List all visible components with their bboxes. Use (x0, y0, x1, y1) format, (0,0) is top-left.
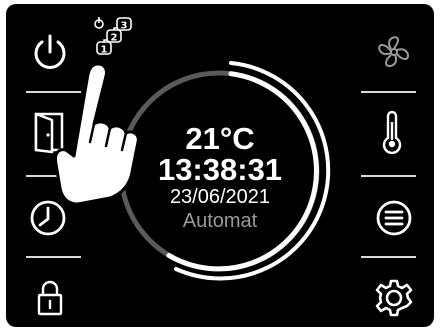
mode-readout: Automat (182, 210, 258, 232)
thermostat-screen: 21°C 13:38:31 23/06/2021 Automat 3 2 1 (6, 4, 434, 327)
step-badge-3: 3 (121, 21, 128, 32)
tutorial-steps-icon: 3 2 1 (94, 17, 132, 56)
step-badge-1: 1 (101, 45, 108, 56)
pointing-hand-icon (54, 62, 140, 206)
step-badge-2: 2 (111, 33, 118, 44)
